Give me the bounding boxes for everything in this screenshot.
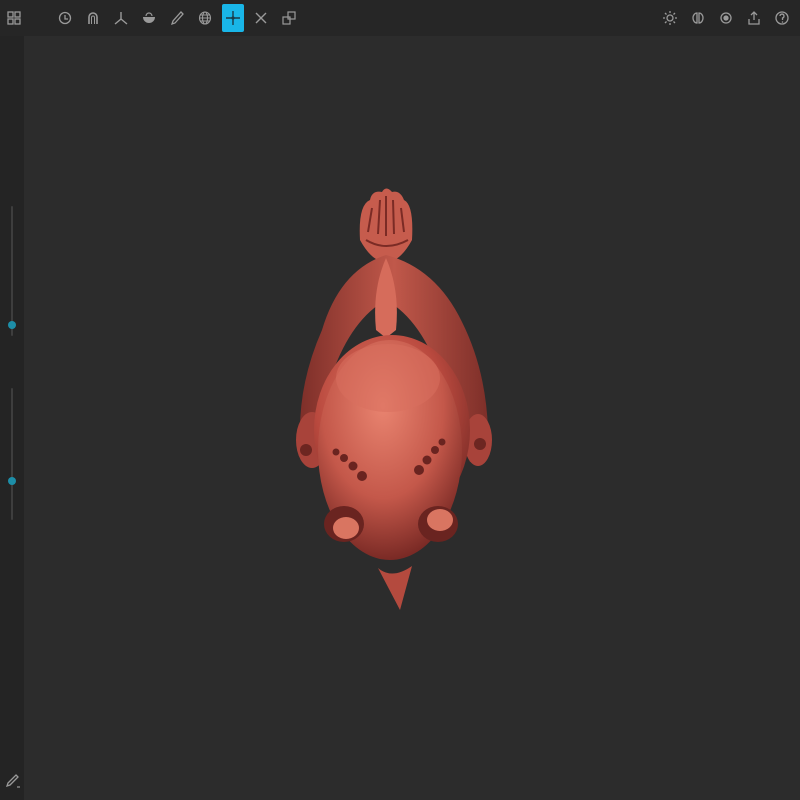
share-icon[interactable] — [743, 4, 765, 32]
beak — [378, 566, 412, 610]
radius-slider-track[interactable] — [11, 206, 13, 336]
bowl-icon[interactable] — [138, 4, 160, 32]
grid-icon[interactable] — [3, 4, 25, 32]
intensity-slider[interactable] — [8, 388, 16, 520]
pen-icon[interactable] — [4, 772, 22, 790]
left-panel — [0, 36, 24, 800]
clay-icon[interactable] — [54, 4, 76, 32]
sculpt-model[interactable] — [24, 36, 800, 800]
radius-slider-thumb[interactable] — [8, 321, 16, 329]
sculpt-app — [0, 0, 800, 800]
cross-arrows-icon[interactable] — [250, 4, 272, 32]
crease-icon[interactable] — [110, 4, 132, 32]
tail-feathers — [359, 188, 413, 262]
scale-box-icon[interactable] — [278, 4, 300, 32]
mesh-sphere-icon[interactable] — [194, 4, 216, 32]
viewport-3d[interactable] — [24, 36, 800, 800]
intensity-slider-thumb[interactable] — [8, 477, 16, 485]
move-icon[interactable] — [222, 4, 244, 32]
material-icon[interactable] — [715, 4, 737, 32]
radius-slider[interactable] — [8, 206, 16, 336]
symmetry-icon[interactable] — [687, 4, 709, 32]
gear-icon[interactable] — [659, 4, 681, 32]
help-icon[interactable] — [771, 4, 793, 32]
magnet-icon[interactable] — [82, 4, 104, 32]
intensity-slider-track[interactable] — [11, 388, 13, 520]
brush-icon[interactable] — [166, 4, 188, 32]
top-toolbar — [0, 0, 800, 37]
